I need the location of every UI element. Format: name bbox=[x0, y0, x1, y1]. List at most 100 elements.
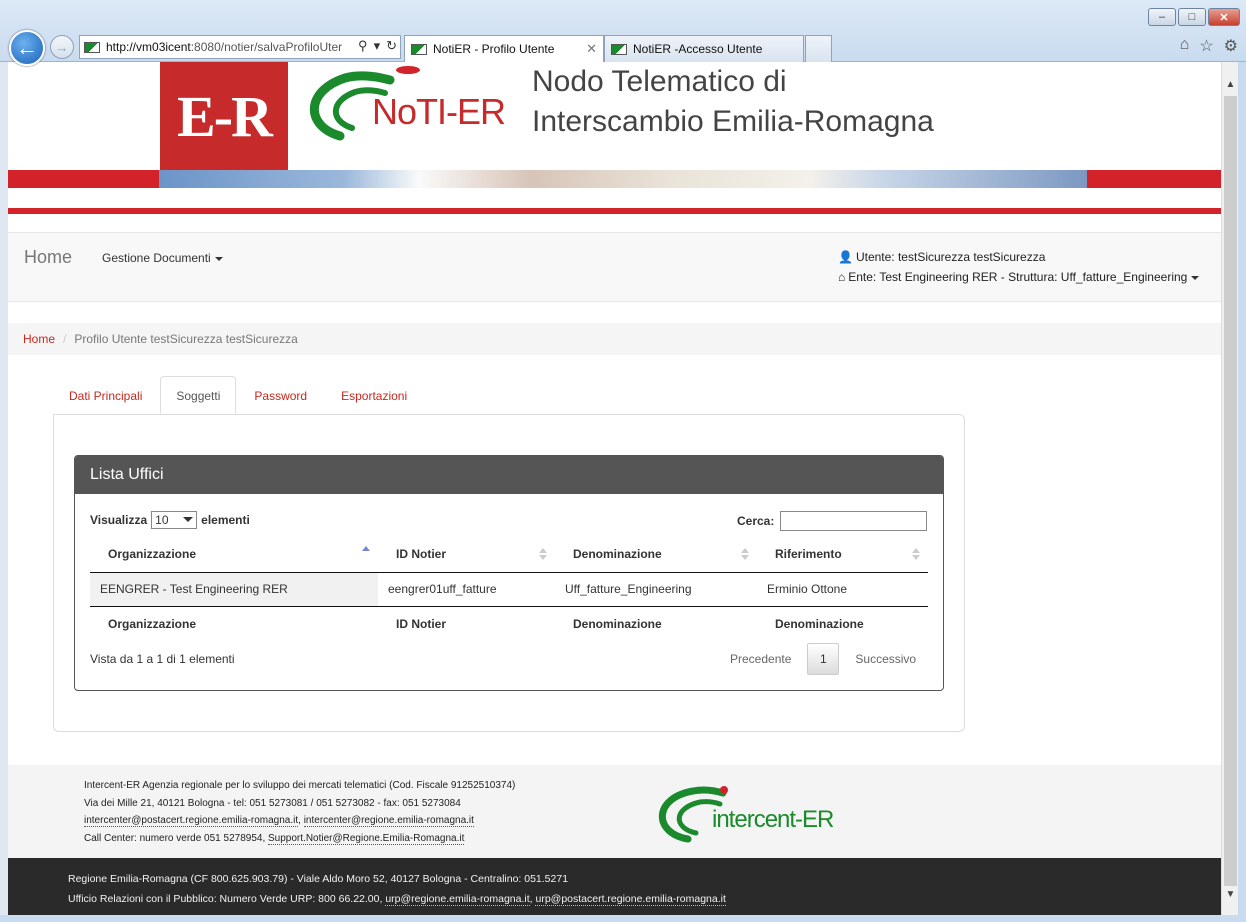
nav-documents-menu[interactable]: Gestione Documenti bbox=[102, 251, 223, 265]
url-path: :8080/notier/salvaProfiloUter bbox=[190, 40, 343, 54]
footer-support-link[interactable]: Support.Notier@Regione.Emilia-Romagna.it bbox=[268, 832, 465, 845]
scroll-down-icon[interactable]: ▼ bbox=[1222, 886, 1239, 903]
settings-gear-icon[interactable]: ⚙ bbox=[1224, 36, 1238, 56]
house-icon: ⌂ bbox=[838, 270, 846, 284]
foot-denominazione: Denominazione bbox=[555, 605, 757, 642]
back-icon[interactable]: ← bbox=[9, 30, 45, 66]
tab-close-icon[interactable]: ✕ bbox=[586, 41, 597, 57]
breadcrumb-home-link[interactable]: Home bbox=[23, 332, 55, 346]
prev-page-button[interactable]: Precedente bbox=[720, 643, 801, 675]
user-icon: 👤 bbox=[838, 250, 853, 264]
browser-tab-label: NotiER -Accesso Utente bbox=[633, 42, 763, 56]
table-row[interactable]: EENGRER - Test Engineering RER eengrer01… bbox=[90, 572, 928, 606]
footer-callcenter: Call Center: numero verde 051 5278954, bbox=[84, 832, 266, 844]
footer-line1: Intercent-ER Agenzia regionale per lo sv… bbox=[84, 780, 516, 791]
breadcrumb: Home / Profilo Utente testSicurezza testSi… bbox=[8, 323, 1221, 355]
nav-home-link[interactable]: Home bbox=[24, 247, 72, 268]
footer-regione-line2: Ufficio Relazioni con il Pubblico: Numer… bbox=[68, 893, 726, 906]
browser-chrome: – □ ✕ → http://vm03icent:8080/notier/sal… bbox=[0, 0, 1246, 62]
col-header-riferimento[interactable]: Riferimento bbox=[757, 536, 928, 573]
page-length-select[interactable]: 10 bbox=[151, 511, 198, 529]
forward-icon[interactable]: → bbox=[50, 35, 74, 59]
dropdown-icon[interactable]: ▾ bbox=[374, 38, 381, 54]
caret-down-icon bbox=[1191, 275, 1200, 280]
col-header-id-notier[interactable]: ID Notier bbox=[378, 536, 555, 573]
footer-regione-line1: Regione Emilia-Romagna (CF 800.625.903.7… bbox=[68, 873, 569, 885]
scroll-up-icon[interactable]: ▲ bbox=[1222, 76, 1239, 93]
search-icon[interactable]: ⚲ bbox=[358, 38, 368, 54]
refresh-icon[interactable]: ↻ bbox=[386, 38, 397, 54]
vertical-scrollbar[interactable]: ▲ ▼ bbox=[1221, 62, 1238, 915]
uffici-panel: Lista Uffici Visualizza 10 elementi Cerc… bbox=[74, 455, 944, 691]
foot-denominazione-2: Denominazione bbox=[757, 605, 928, 642]
footer-line2: Via dei Mille 21, 40121 Bologna - tel: 0… bbox=[84, 797, 461, 809]
cell-riferimento: Erminio Ottone bbox=[757, 572, 928, 606]
page-length-value: 10 bbox=[155, 513, 169, 527]
footer-regione-text: Regione Emilia-Romagna (CF 800.625.903.7… bbox=[68, 869, 726, 909]
maximize-icon[interactable]: □ bbox=[1178, 8, 1206, 26]
window-frame-right bbox=[1238, 62, 1246, 922]
minimize-icon[interactable]: – bbox=[1148, 8, 1176, 26]
browser-tab-accesso[interactable]: NotiER -Accesso Utente bbox=[604, 35, 804, 62]
col-header-label: Denominazione bbox=[573, 546, 662, 561]
scrollbar-thumb[interactable] bbox=[1224, 96, 1237, 886]
chevron-down-icon bbox=[183, 517, 194, 522]
home-icon[interactable]: ⌂ bbox=[1180, 36, 1190, 56]
tab-flag-icon bbox=[611, 43, 627, 55]
new-tab-button[interactable] bbox=[805, 35, 832, 62]
urp-pec-link[interactable]: urp@postacert.regione.emilia-romagna.it bbox=[535, 893, 726, 906]
sort-asc-icon bbox=[362, 546, 370, 560]
urp-email-link[interactable]: urp@regione.emilia-romagna.it bbox=[385, 893, 530, 906]
foot-id-notier: ID Notier bbox=[378, 605, 555, 642]
intercent-logo: intercent-ER bbox=[658, 786, 835, 843]
pagination: Precedente 1 Successivo bbox=[720, 643, 926, 675]
page-1-button[interactable]: 1 bbox=[807, 643, 840, 675]
address-bar[interactable]: http://vm03icent:8080/notier/salvaProfil… bbox=[79, 35, 401, 59]
navbar: Home Gestione Documenti 👤 Utente: testSic… bbox=[8, 232, 1221, 302]
header-banner: E-R NoTI-ER Nodo Telematico di Interscam… bbox=[8, 62, 1221, 188]
tab-password[interactable]: Password bbox=[238, 376, 323, 414]
cell-organizzazione: EENGRER - Test Engineering RER bbox=[90, 572, 378, 606]
sort-icon bbox=[912, 548, 920, 560]
footer: Intercent-ER Agenzia regionale per lo sv… bbox=[8, 765, 1221, 858]
window-controls: – □ ✕ bbox=[1148, 8, 1240, 26]
search-input[interactable] bbox=[780, 511, 928, 531]
tab-dati-principali[interactable]: Dati Principali bbox=[53, 376, 158, 414]
site-title: Nodo Telematico di Interscambio Emilia-R… bbox=[532, 62, 934, 142]
table-info: Vista da 1 a 1 di 1 elementi bbox=[90, 652, 235, 666]
intercent-logo-text: intercent-ER bbox=[712, 806, 834, 833]
col-header-organizzazione[interactable]: Organizzazione bbox=[90, 536, 378, 573]
footer-email1-link[interactable]: intercenter@postacert.regione.emilia-rom… bbox=[84, 815, 299, 827]
profile-tabs: Dati Principali Soggetti Password Esport… bbox=[53, 376, 425, 414]
col-header-label: Riferimento bbox=[775, 546, 842, 561]
breadcrumb-separator: / bbox=[63, 332, 67, 346]
cell-id-notier: eengrer01uff_fatture bbox=[378, 572, 555, 606]
next-page-button[interactable]: Successivo bbox=[845, 643, 926, 675]
nav-user-label: Utente: testSicurezza testSicurezza bbox=[855, 250, 1046, 264]
sort-icon bbox=[539, 548, 547, 560]
nav-ente-label: Ente: Test Engineering RER - Struttura: … bbox=[848, 270, 1188, 284]
nav-ente-menu[interactable]: ⌂ Ente: Test Engineering RER - Struttura:… bbox=[838, 270, 1200, 284]
col-header-denominazione[interactable]: Denominazione bbox=[555, 536, 757, 573]
close-icon[interactable]: ✕ bbox=[1208, 8, 1240, 26]
caret-down-icon bbox=[214, 256, 223, 261]
browser-tab-profilo[interactable]: NotiER - Profilo Utente ✕ bbox=[404, 35, 604, 62]
footer-email2-link[interactable]: intercenter@regione.emilia-romagna.it bbox=[303, 815, 474, 827]
nav-user-info: 👤 Utente: testSicurezza testSicurezza bbox=[838, 250, 1045, 264]
panel-title: Lista Uffici bbox=[75, 456, 943, 494]
col-header-label: Organizzazione bbox=[108, 546, 197, 561]
uffici-table: Organizzazione ID Notier Denominazione R… bbox=[90, 536, 928, 642]
table-footer-row: Organizzazione ID Notier Denominazione D… bbox=[90, 605, 928, 642]
browser-tools: ⌂ ☆ ⚙ bbox=[1180, 36, 1238, 56]
nav-documents-label: Gestione Documenti bbox=[102, 251, 211, 265]
site-flag-icon bbox=[84, 41, 100, 53]
notier-logo-text: NoTI-ER bbox=[372, 91, 505, 132]
footer-line4: Call Center: numero verde 051 5278954, S… bbox=[84, 830, 515, 848]
footer-text: Intercent-ER Agenzia regionale per lo sv… bbox=[84, 777, 515, 847]
notier-logo: NoTI-ER bbox=[309, 66, 506, 141]
tab-flag-icon bbox=[411, 43, 427, 55]
tab-esportazioni[interactable]: Esportazioni bbox=[325, 376, 423, 414]
tab-soggetti[interactable]: Soggetti bbox=[160, 376, 237, 414]
favorites-star-icon[interactable]: ☆ bbox=[1199, 36, 1213, 56]
foot-organizzazione: Organizzazione bbox=[90, 605, 378, 642]
